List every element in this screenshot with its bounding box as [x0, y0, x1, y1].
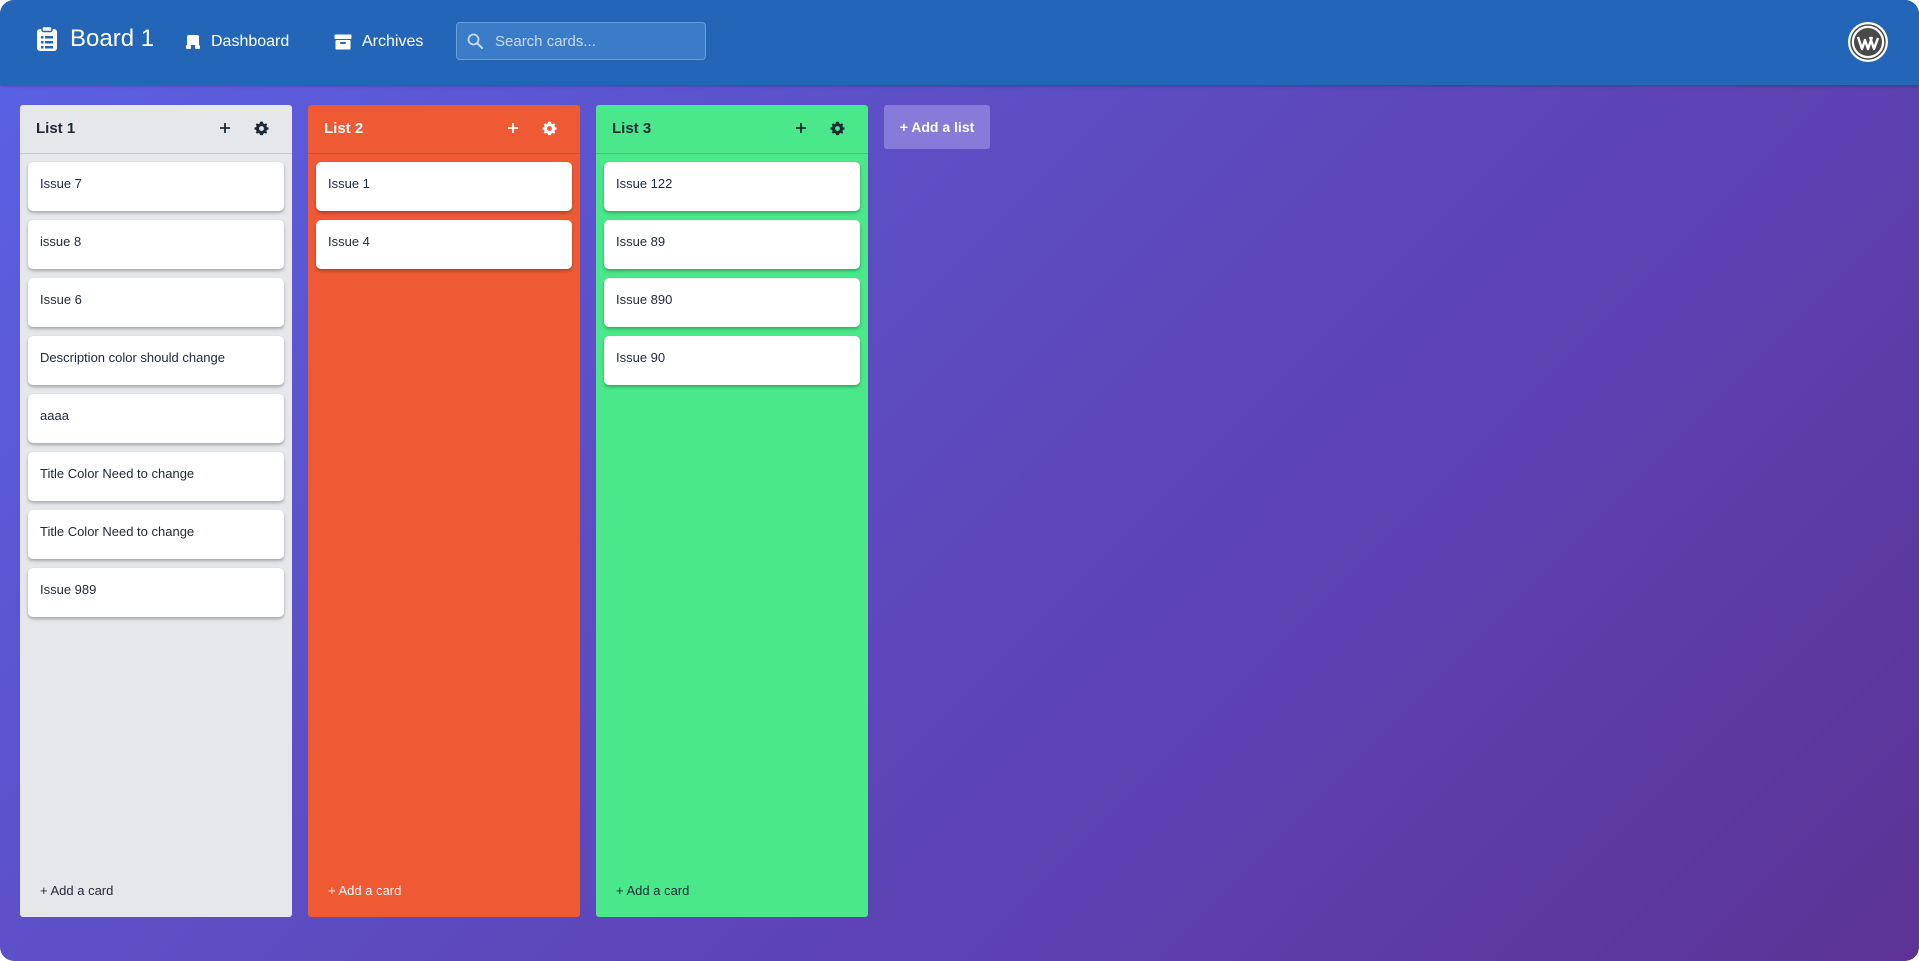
search-input[interactable]: [493, 31, 687, 51]
card-title: Issue 4: [328, 234, 370, 249]
list-header: List 3: [596, 105, 868, 154]
card[interactable]: Issue 989: [28, 568, 284, 617]
card[interactable]: Issue 6: [28, 278, 284, 327]
list-header: List 1: [20, 105, 292, 154]
card-title: Title Color Need to change: [40, 524, 195, 539]
card[interactable]: Issue 890: [604, 278, 860, 327]
card-title: issue 8: [40, 234, 82, 249]
card-title: Issue 122: [616, 176, 673, 191]
card-title: Issue 89: [616, 234, 666, 249]
nav-archives[interactable]: Archives: [334, 30, 423, 54]
nav-archives-label: Archives: [362, 33, 424, 50]
add-card-button[interactable]: + Add a card: [40, 883, 113, 898]
top-bar: Board 1 Dashboard Archives: [0, 0, 1919, 85]
add-card-button[interactable]: + Add a card: [328, 883, 401, 898]
card-title: Issue 90: [616, 350, 666, 365]
archive-icon: [334, 34, 352, 50]
clipboard-icon: [36, 26, 58, 52]
card[interactable]: Issue 90: [604, 336, 860, 385]
card-title: Issue 890: [616, 292, 673, 307]
add-card-button[interactable]: + Add a card: [616, 883, 689, 898]
list-title: List 1: [36, 120, 76, 137]
board-app: Board 1 Dashboard Archives Search cards.…: [0, 0, 1919, 961]
card-title: aaaa: [40, 408, 69, 423]
card[interactable]: Issue 4: [316, 220, 572, 269]
card-title: Description color should change: [40, 350, 225, 365]
search-box[interactable]: [456, 22, 706, 60]
card[interactable]: Issue 89: [604, 220, 860, 269]
list-column: List 1 Issue 7 issue 8 Issue 6 Descripti…: [20, 105, 292, 917]
card[interactable]: aaaa: [28, 394, 284, 443]
card[interactable]: Issue 7: [28, 162, 284, 211]
list-title: List 3: [612, 120, 652, 137]
gear-icon[interactable]: [538, 117, 560, 139]
board-title: Board 1: [70, 25, 155, 52]
card[interactable]: Issue 1: [316, 162, 572, 211]
add-card-icon[interactable]: [502, 117, 524, 139]
list-column: List 3 Issue 122 Issue 89 Issue 890 Issu…: [596, 105, 868, 917]
card[interactable]: Title Color Need to change: [28, 510, 284, 559]
card-title: Issue 1: [328, 176, 370, 191]
wordpress-icon: [1850, 24, 1886, 60]
card[interactable]: Title Color Need to change: [28, 452, 284, 501]
card-title: Title Color Need to change: [40, 466, 195, 481]
dashboard-icon: [185, 34, 201, 50]
gear-icon[interactable]: [826, 117, 848, 139]
card[interactable]: Description color should change: [28, 336, 284, 385]
list-title: List 2: [324, 120, 364, 137]
card-title: Issue 6: [40, 292, 82, 307]
card-title: Issue 7: [40, 176, 82, 191]
add-card-icon[interactable]: [214, 117, 236, 139]
user-avatar[interactable]: [1848, 22, 1888, 62]
add-list-button[interactable]: + Add a list: [884, 105, 990, 149]
gear-icon[interactable]: [250, 117, 272, 139]
card[interactable]: Issue 122: [604, 162, 860, 211]
nav-dashboard-label: Dashboard: [211, 33, 290, 50]
card-title: Issue 989: [40, 582, 97, 597]
list-column: List 2 Issue 1 Issue 4 + Add a card: [308, 105, 580, 917]
card[interactable]: issue 8: [28, 220, 284, 269]
add-card-icon[interactable]: [790, 117, 812, 139]
board-brand[interactable]: Board 1: [36, 22, 154, 56]
search-icon: [467, 33, 483, 49]
list-header: List 2: [308, 105, 580, 154]
nav-dashboard[interactable]: Dashboard: [185, 30, 289, 54]
